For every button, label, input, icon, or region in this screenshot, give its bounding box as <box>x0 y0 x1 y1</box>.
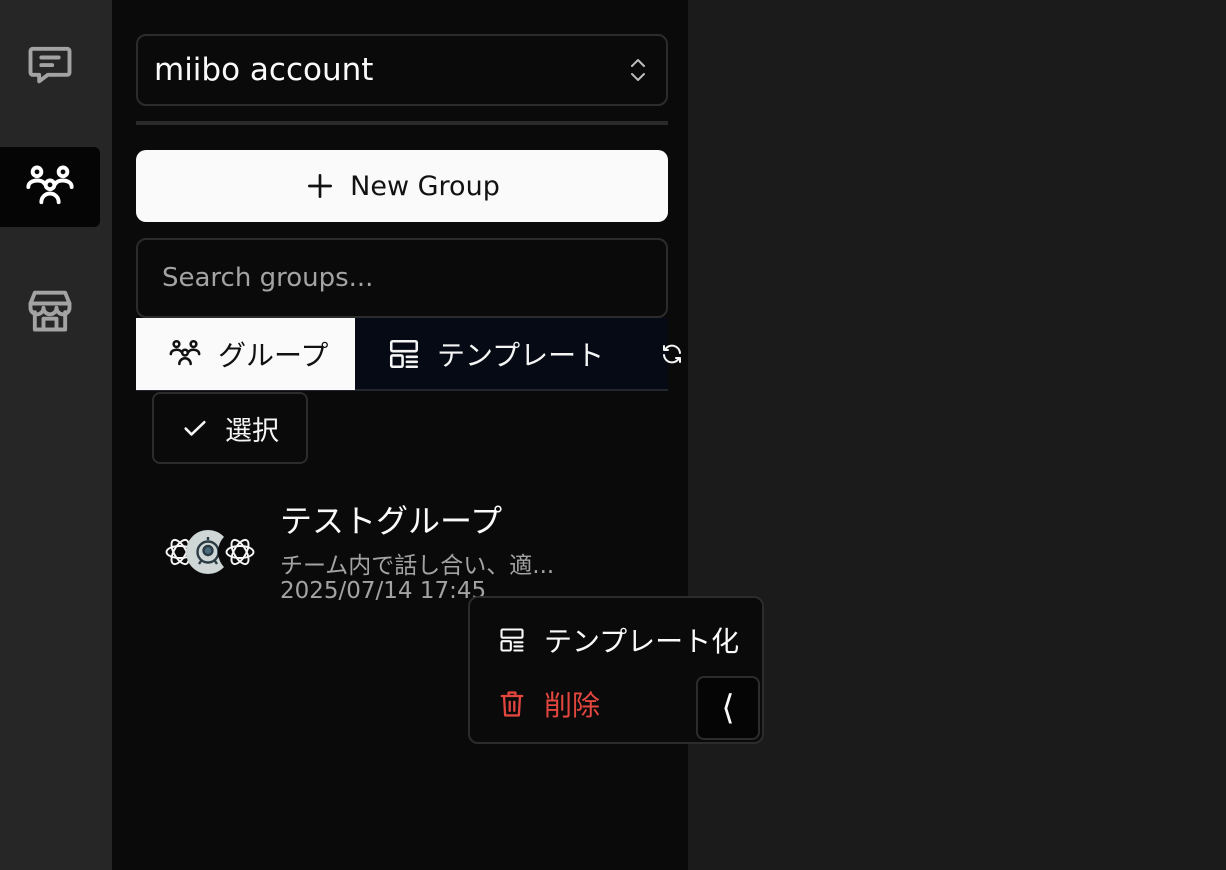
chevron-up-down-icon <box>631 59 645 81</box>
account-switcher[interactable]: miibo account <box>136 34 668 106</box>
tab-groups[interactable]: グループ <box>136 318 355 390</box>
divider <box>136 121 668 125</box>
select-label: 選択 <box>225 415 279 447</box>
rail-chat-button[interactable] <box>0 24 100 104</box>
openai-icon <box>218 530 262 574</box>
check-icon <box>184 420 206 436</box>
new-group-label: New Group <box>350 170 500 202</box>
icon-rail <box>0 0 112 870</box>
menu-item-delete[interactable]: 削除 <box>498 684 600 724</box>
plus-icon <box>308 174 333 198</box>
rail-groups-button[interactable] <box>0 147 100 227</box>
tab-bar: グループ テンプレート <box>136 318 681 391</box>
store-icon <box>28 290 72 332</box>
refresh-icon[interactable] <box>660 342 684 366</box>
collapse-panel-button[interactable]: ⟨ <box>696 676 760 740</box>
tab-templates[interactable]: テンプレート <box>355 318 604 390</box>
template-icon <box>500 628 524 652</box>
tab-groups-label: グループ <box>218 339 329 372</box>
select-button[interactable]: 選択 <box>152 392 308 464</box>
account-name: miibo account <box>154 52 374 88</box>
group-list-item[interactable]: テストグループ チーム内で話し合い、適... 2025/07/14 17:45 <box>152 492 672 610</box>
users-icon <box>169 339 201 366</box>
rail-store-button[interactable] <box>0 270 100 350</box>
group-title: テストグループ <box>280 502 503 540</box>
trash-icon <box>500 691 524 717</box>
new-group-button[interactable]: New Group <box>136 150 668 222</box>
group-date: 2025/07/14 17:45 <box>280 578 487 604</box>
tab-templates-label: テンプレート <box>437 339 605 372</box>
menu-item-delete-label: 削除 <box>544 689 601 722</box>
groups-panel: miibo account New Group グループ テンプレート <box>112 0 764 870</box>
template-icon <box>389 339 419 369</box>
menu-item-templatize-label: テンプレート化 <box>544 625 740 658</box>
search-input[interactable] <box>136 238 668 318</box>
users-icon <box>26 165 74 205</box>
group-description: チーム内で話し合い、適... <box>280 553 555 579</box>
menu-item-templatize[interactable]: テンプレート化 <box>498 620 739 660</box>
chat-icon <box>28 46 72 84</box>
group-avatars <box>158 530 262 574</box>
